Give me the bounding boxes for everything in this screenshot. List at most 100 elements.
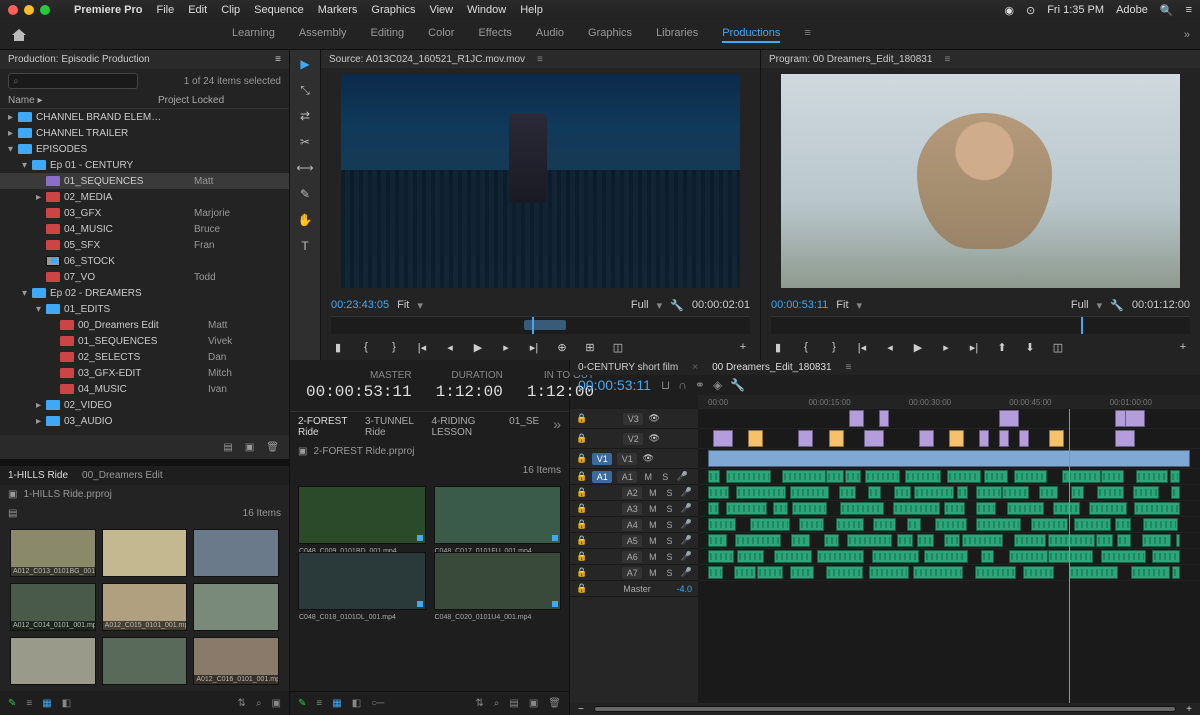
clip-segment[interactable] xyxy=(865,470,900,483)
clip-segment[interactable] xyxy=(829,430,844,447)
audio-track-header[interactable]: 🔒A1A1MS🎤 xyxy=(570,469,698,485)
clip-segment[interactable] xyxy=(1009,550,1048,563)
clip-segment[interactable] xyxy=(919,430,934,447)
search-icon[interactable]: ⌕ xyxy=(256,698,262,709)
zoom-in-icon[interactable]: + xyxy=(1186,704,1192,715)
tree-row[interactable]: 01_SEQUENCESMatt xyxy=(0,173,289,189)
source-scrubber[interactable] xyxy=(331,316,750,334)
audio-track-header[interactable]: 🔒A7MS🎤 xyxy=(570,565,698,581)
video-track-header[interactable]: 🔒V1V1👁 xyxy=(570,449,698,469)
clip-segment[interactable] xyxy=(905,470,941,483)
clip-segment[interactable] xyxy=(726,502,767,515)
step-back-icon[interactable]: ◂ xyxy=(883,340,897,354)
chevron-down-icon[interactable]: ▾ xyxy=(1097,299,1103,312)
clip-segment[interactable] xyxy=(879,410,889,427)
button-editor-icon[interactable]: + xyxy=(1176,340,1190,354)
pencil-icon[interactable]: ✎ xyxy=(298,698,306,709)
program-scrubber[interactable] xyxy=(771,316,1190,334)
clip-segment[interactable] xyxy=(1007,502,1044,515)
snap-icon[interactable]: ⊔ xyxy=(661,378,670,392)
clip-segment[interactable] xyxy=(944,502,965,515)
clip-segment[interactable] xyxy=(708,470,720,483)
home-icon[interactable] xyxy=(10,26,28,44)
source-tc-in[interactable]: 00:23:43:05 xyxy=(331,299,389,311)
clip-segment[interactable] xyxy=(894,486,911,499)
clip-segment[interactable] xyxy=(984,470,1008,483)
clip-segment[interactable] xyxy=(1131,566,1170,579)
zoom-window-icon[interactable] xyxy=(40,5,50,15)
clip-segment[interactable] xyxy=(893,502,940,515)
tree-row[interactable]: ▸02_MEDIA xyxy=(0,189,289,205)
timeline-tc[interactable]: 00:00:53:11 xyxy=(578,377,651,393)
clip-segment[interactable] xyxy=(1053,502,1080,515)
clip-segment[interactable] xyxy=(917,534,934,547)
clip-segment[interactable] xyxy=(914,486,954,499)
search-icon[interactable]: ⌕ xyxy=(494,698,500,709)
col-name[interactable]: Name ▸ xyxy=(8,95,158,106)
ws-editing[interactable]: Editing xyxy=(371,27,405,43)
clip-segment[interactable] xyxy=(924,550,968,563)
clip-segment[interactable] xyxy=(897,534,913,547)
menu-window[interactable]: Window xyxy=(467,4,506,16)
new-item-icon[interactable]: ▤ xyxy=(509,698,518,709)
pen-tool-icon[interactable]: ✎ xyxy=(297,186,313,202)
program-viewport[interactable] xyxy=(781,74,1180,288)
clip-segment[interactable] xyxy=(873,518,896,531)
source-viewport[interactable] xyxy=(341,74,740,288)
ripple-tool-icon[interactable]: ⇄ xyxy=(297,108,313,124)
audio-track-header[interactable]: 🔒A2MS🎤 xyxy=(570,485,698,501)
ws-audio[interactable]: Audio xyxy=(536,27,564,43)
clip-segment[interactable] xyxy=(1039,486,1057,499)
clip-segment[interactable] xyxy=(1152,550,1180,563)
clip-segment[interactable] xyxy=(708,502,719,515)
tree-row[interactable]: 03_GFX-EDITMitch xyxy=(0,365,289,381)
app-name[interactable]: Premiere Pro xyxy=(74,4,142,16)
clip-segment[interactable] xyxy=(1002,486,1029,499)
clip-segment[interactable] xyxy=(1101,470,1124,483)
menu-extra-icon[interactable]: ≡ xyxy=(1186,4,1192,16)
clip-segment[interactable] xyxy=(824,534,839,547)
timeline-tracks[interactable] xyxy=(698,409,1200,703)
play-icon[interactable]: ▶ xyxy=(911,340,925,354)
tree-row[interactable]: ▾Ep 02 - DREAMERS xyxy=(0,285,289,301)
ws-graphics[interactable]: Graphics xyxy=(588,27,632,43)
clip-segment[interactable] xyxy=(1097,486,1124,499)
mark-out-icon[interactable]: { xyxy=(799,340,813,354)
mark-out-icon[interactable]: { xyxy=(359,340,373,354)
new-item-icon[interactable]: ▤ xyxy=(223,442,232,453)
thumb[interactable] xyxy=(193,529,279,577)
proj-tab-2[interactable]: 00_Dreamers Edit xyxy=(82,470,163,481)
program-menu-icon[interactable]: ≡ xyxy=(944,54,950,65)
clip-segment[interactable] xyxy=(1014,534,1046,547)
clip-segment[interactable] xyxy=(1101,550,1146,563)
clip-segment[interactable] xyxy=(826,566,864,579)
step-fwd-icon[interactable]: ▸ xyxy=(939,340,953,354)
clip-segment[interactable] xyxy=(935,518,967,531)
clip-thumb[interactable]: C048_C009_0101BD_001.mp4 xyxy=(298,486,426,544)
clip-segment[interactable] xyxy=(750,518,790,531)
tree-row[interactable]: 01_SEQUENCESVivek xyxy=(0,333,289,349)
link-icon[interactable]: ⚭ xyxy=(695,378,705,392)
tl-tab-1[interactable]: 0-CENTURY short film xyxy=(578,362,678,373)
clip-segment[interactable] xyxy=(736,486,786,499)
go-in-icon[interactable]: |◂ xyxy=(415,340,429,354)
clip-segment[interactable] xyxy=(708,518,736,531)
zoom-slider[interactable]: ○─ xyxy=(371,698,384,709)
clip-segment[interactable] xyxy=(1031,518,1068,531)
thumb[interactable]: A012_C015_0101_001.mp4 xyxy=(102,583,188,631)
clip-segment[interactable] xyxy=(790,486,829,499)
clip-segment[interactable] xyxy=(1062,470,1101,483)
clip-segment[interactable] xyxy=(1014,470,1047,483)
lift-icon[interactable]: ⬆ xyxy=(995,340,1009,354)
list-view-icon[interactable]: ≡ xyxy=(316,698,322,709)
thumb[interactable] xyxy=(10,637,96,685)
razor-tool-icon[interactable]: ✂ xyxy=(297,134,313,150)
thumb[interactable]: A012_C014_0101_001.mp4 xyxy=(10,583,96,631)
playhead[interactable] xyxy=(1069,409,1070,703)
clip-segment[interactable] xyxy=(1143,518,1178,531)
settings-icon[interactable]: 🔧 xyxy=(730,378,745,392)
step-fwd-icon[interactable]: ▸ xyxy=(499,340,513,354)
tree-row[interactable]: 02_SELECTSDan xyxy=(0,349,289,365)
video-track-header[interactable]: 🔒V2👁 xyxy=(570,429,698,449)
button-editor-icon[interactable]: + xyxy=(736,340,750,354)
